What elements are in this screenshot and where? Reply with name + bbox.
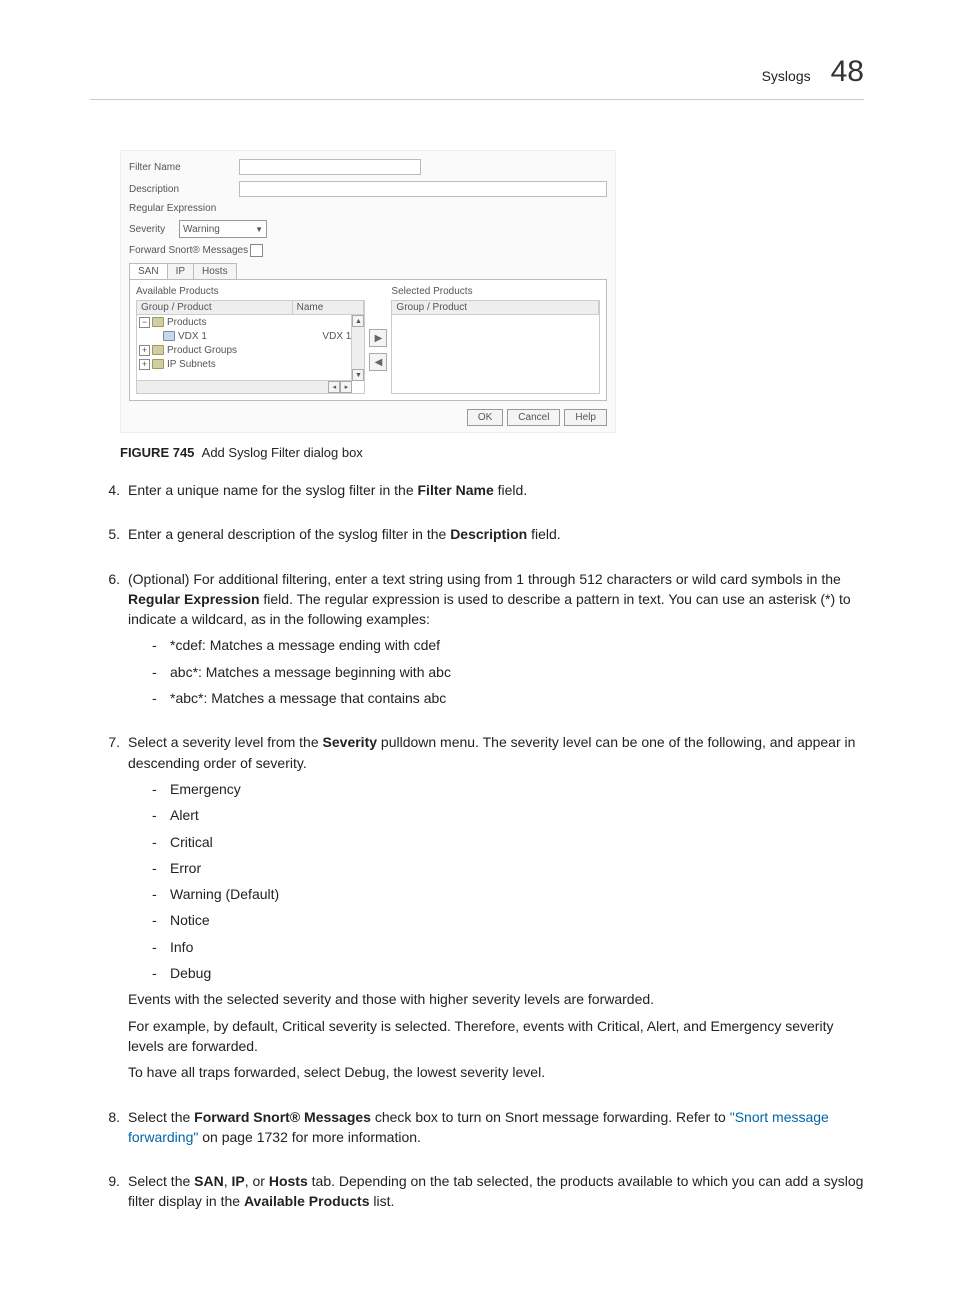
expand-icon[interactable]: +: [139, 359, 150, 370]
filter-name-label: Filter Name: [129, 162, 239, 173]
scroll-right-icon[interactable]: ▸: [340, 381, 352, 393]
scroll-down-icon[interactable]: ▼: [352, 369, 364, 381]
mover-buttons: ▶ ◀: [369, 286, 387, 394]
available-products-panel: Available Products Group / Product Name …: [136, 286, 365, 394]
expand-icon[interactable]: +: [139, 345, 150, 356]
cancel-button[interactable]: Cancel: [507, 409, 560, 426]
step-5: 5. Enter a general description of the sy…: [90, 524, 864, 550]
step-4: 4. Enter a unique name for the syslog fi…: [90, 480, 864, 506]
chevron-down-icon: ▼: [255, 225, 263, 234]
available-products-title: Available Products: [136, 286, 365, 298]
description-input[interactable]: [239, 181, 607, 197]
figure-caption: FIGURE 745 Add Syslog Filter dialog box: [120, 445, 864, 460]
help-button[interactable]: Help: [564, 409, 607, 426]
dialog-tabs: SAN IP Hosts: [129, 263, 607, 279]
vertical-scrollbar[interactable]: ▲ ▼: [351, 315, 364, 381]
step-7: 7. Select a severity level from the Seve…: [90, 732, 864, 1088]
list-item: Notice: [152, 910, 864, 930]
ok-button[interactable]: OK: [467, 409, 503, 426]
section-title: Syslogs: [762, 68, 811, 84]
severity-select[interactable]: Warning ▼: [179, 220, 267, 238]
forward-snort-label: Forward Snort® Messages: [129, 245, 248, 256]
folder-icon: [152, 359, 164, 369]
tree-row-product-groups[interactable]: + Product Groups: [137, 343, 364, 357]
tree-row-ip-subnets[interactable]: + IP Subnets: [137, 357, 364, 371]
tab-ip[interactable]: IP: [167, 263, 194, 279]
selected-products-panel: Selected Products Group / Product: [391, 286, 600, 394]
description-label: Description: [129, 184, 239, 195]
forward-snort-checkbox[interactable]: [250, 244, 263, 257]
tree-row-vdx1[interactable]: VDX 1 VDX 1: [137, 329, 364, 343]
list-item: abc*: Matches a message beginning with a…: [152, 662, 864, 682]
col-name[interactable]: Name: [293, 301, 365, 314]
severity-label: Severity: [129, 224, 179, 235]
page-header: Syslogs 48: [90, 55, 864, 89]
tree-row-products[interactable]: − Products: [137, 315, 364, 329]
folder-icon: [152, 345, 164, 355]
list-item: *cdef: Matches a message ending with cde…: [152, 635, 864, 655]
regex-label: Regular Expression: [129, 203, 239, 214]
col-group-product-sel[interactable]: Group / Product: [392, 301, 599, 314]
collapse-icon[interactable]: −: [139, 317, 150, 328]
severity-value: Warning: [183, 224, 220, 235]
device-icon: [163, 331, 175, 341]
horizontal-scrollbar[interactable]: ◂ ▸: [137, 380, 352, 393]
figure-text: Add Syslog Filter dialog box: [202, 445, 363, 460]
tab-hosts[interactable]: Hosts: [193, 263, 237, 279]
step-8: 8. Select the Forward Snort® Messages ch…: [90, 1107, 864, 1154]
add-syslog-filter-dialog: Filter Name Description Regular Expressi…: [120, 150, 616, 433]
tab-body: Available Products Group / Product Name …: [129, 279, 607, 401]
col-group-product[interactable]: Group / Product: [137, 301, 293, 314]
selected-products-title: Selected Products: [391, 286, 600, 298]
header-rule: [90, 99, 864, 100]
list-item: Info: [152, 937, 864, 957]
move-right-button[interactable]: ▶: [369, 329, 387, 347]
tab-san[interactable]: SAN: [129, 263, 168, 279]
scroll-up-icon[interactable]: ▲: [352, 315, 364, 327]
step-9: 9. Select the SAN, IP, or Hosts tab. Dep…: [90, 1171, 864, 1218]
move-left-button[interactable]: ◀: [369, 353, 387, 371]
filter-name-input[interactable]: [239, 159, 421, 175]
folder-icon: [152, 317, 164, 327]
list-item: Warning (Default): [152, 884, 864, 904]
list-item: Alert: [152, 805, 864, 825]
figure-label: FIGURE 745: [120, 445, 194, 460]
list-item: Error: [152, 858, 864, 878]
list-item: *abc*: Matches a message that contains a…: [152, 688, 864, 708]
step-6: 6. (Optional) For additional filtering, …: [90, 569, 864, 715]
list-item: Critical: [152, 832, 864, 852]
scroll-left-icon[interactable]: ◂: [328, 381, 340, 393]
chapter-number: 48: [831, 55, 864, 89]
list-item: Emergency: [152, 779, 864, 799]
list-item: Debug: [152, 963, 864, 983]
